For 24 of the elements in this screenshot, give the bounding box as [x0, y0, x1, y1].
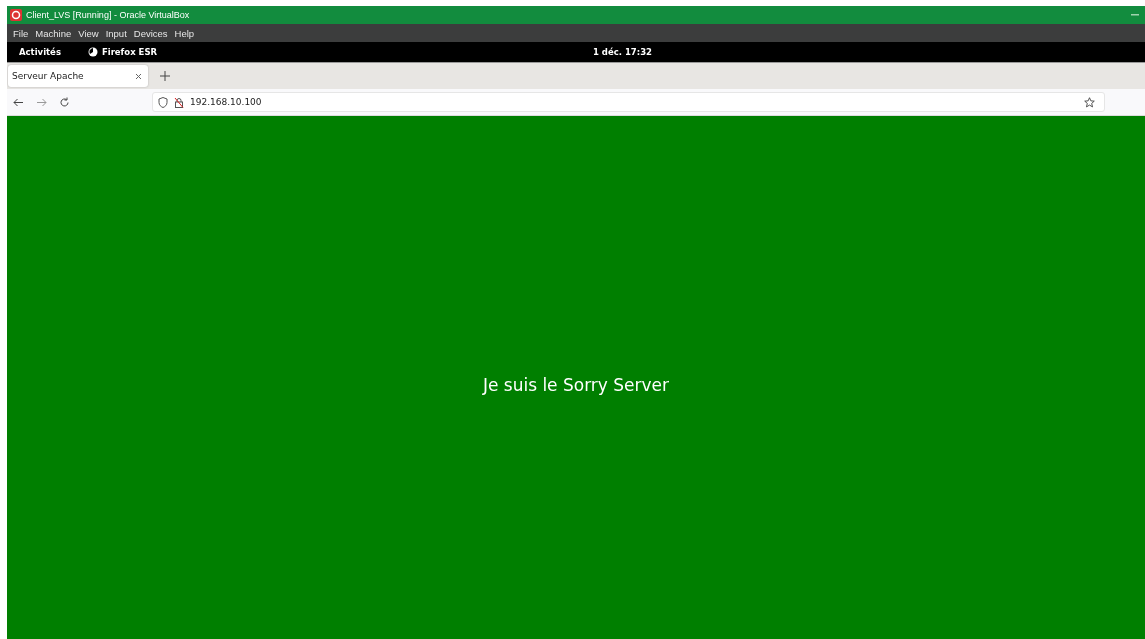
menu-item[interactable]: Machine [35, 27, 72, 39]
shield-icon [158, 96, 168, 108]
close-icon[interactable] [135, 72, 142, 80]
clock[interactable]: 1 déc. 17:32 [593, 47, 652, 57]
star-icon[interactable] [1084, 96, 1095, 108]
page-message: Je suis le Sorry Server [482, 374, 670, 395]
insecure-lock-icon [174, 96, 184, 108]
window-title: Client_LVS [Running] - Oracle VirtualBox [26, 10, 190, 20]
app-icon [10, 9, 22, 21]
menu-item[interactable]: Input [105, 27, 127, 39]
menu-item[interactable]: Devices [133, 27, 168, 39]
reload-icon[interactable] [59, 96, 70, 108]
browser-tab[interactable]: Serveur Apache [8, 65, 148, 87]
url-text: 192.168.10.100 [190, 97, 262, 107]
app-menu[interactable]: Firefox ESR [87, 47, 158, 57]
menu-item[interactable]: View [78, 27, 99, 39]
forward-icon[interactable] [36, 97, 47, 107]
menu-item[interactable]: Help [174, 27, 195, 39]
activities-button[interactable]: Activités [19, 47, 61, 57]
back-icon[interactable] [13, 97, 24, 107]
new-tab-icon[interactable] [160, 71, 170, 81]
firefox-icon [87, 47, 98, 57]
menu-item[interactable]: File [13, 27, 29, 39]
address-bar[interactable]: 192.168.10.100 [152, 92, 1105, 112]
